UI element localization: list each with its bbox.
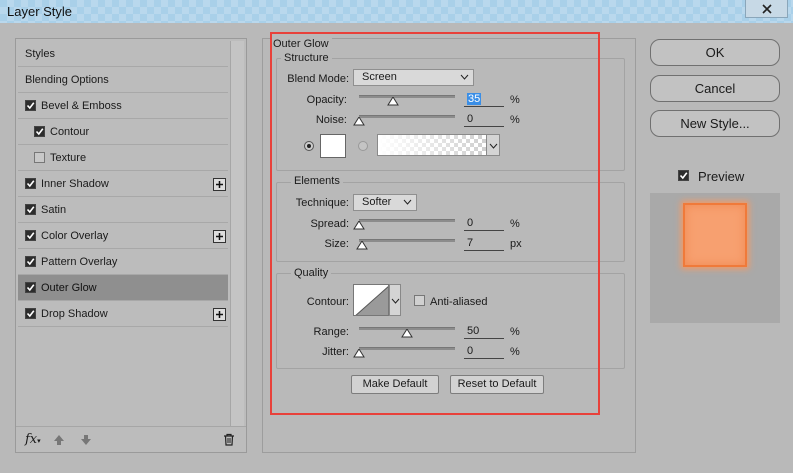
sidebar-item-checkbox[interactable] bbox=[25, 230, 36, 241]
plus-icon bbox=[216, 181, 223, 188]
checkmark-icon bbox=[26, 102, 35, 110]
add-effect-button[interactable] bbox=[213, 308, 226, 321]
sidebar-item-checkbox[interactable] bbox=[34, 152, 45, 163]
sidebar-item-texture[interactable]: Texture bbox=[18, 145, 228, 171]
plus-icon bbox=[216, 233, 223, 240]
sidebar-item-styles[interactable]: Styles bbox=[18, 41, 228, 67]
style-list-scrollbar[interactable] bbox=[230, 41, 244, 427]
sidebar-item-label: Contour bbox=[50, 125, 90, 138]
sidebar-item-label: Bevel & Emboss bbox=[41, 99, 122, 112]
sidebar-item-label: Inner Shadow bbox=[41, 177, 109, 190]
add-effect-button[interactable] bbox=[213, 230, 226, 243]
sidebar-item-drop-shadow[interactable]: Drop Shadow bbox=[18, 301, 228, 327]
preview-swatch bbox=[683, 203, 747, 267]
add-effect-button[interactable] bbox=[213, 178, 226, 191]
sidebar-item-color-overlay[interactable]: Color Overlay bbox=[18, 223, 228, 249]
sidebar-item-bevel-emboss[interactable]: Bevel & Emboss bbox=[18, 93, 228, 119]
checkmark-icon bbox=[26, 232, 35, 240]
sidebar-item-label: Styles bbox=[25, 47, 55, 60]
close-icon bbox=[761, 3, 772, 14]
preview-checkbox[interactable] bbox=[678, 170, 689, 181]
checkmark-icon bbox=[35, 128, 44, 136]
fx-icon[interactable]: fx▾ bbox=[25, 432, 41, 447]
sidebar-item-checkbox[interactable] bbox=[25, 282, 36, 293]
checkmark-icon bbox=[679, 172, 688, 180]
sidebar-item-blending-options[interactable]: Blending Options bbox=[18, 67, 228, 93]
ok-button[interactable]: OK bbox=[650, 39, 780, 66]
title-bar: Layer Style bbox=[0, 0, 793, 23]
window-title: Layer Style bbox=[7, 4, 73, 19]
sidebar-item-pattern-overlay[interactable]: Pattern Overlay bbox=[18, 249, 228, 275]
sidebar-item-checkbox[interactable] bbox=[25, 308, 36, 319]
trash-icon[interactable] bbox=[223, 433, 235, 446]
checkmark-icon bbox=[26, 258, 35, 266]
cancel-button[interactable]: Cancel bbox=[650, 75, 780, 102]
checkmark-icon bbox=[26, 310, 35, 318]
preview-label: Preview bbox=[698, 169, 745, 184]
checkmark-icon bbox=[26, 206, 35, 214]
sidebar-item-inner-shadow[interactable]: Inner Shadow bbox=[18, 171, 228, 197]
plus-icon bbox=[216, 311, 223, 318]
move-up-icon[interactable] bbox=[53, 434, 65, 446]
sidebar-item-satin[interactable]: Satin bbox=[18, 197, 228, 223]
sidebar-item-checkbox[interactable] bbox=[25, 100, 36, 111]
sidebar-item-label: Texture bbox=[50, 151, 87, 164]
move-down-icon[interactable] bbox=[80, 434, 92, 446]
sidebar-item-label: Blending Options bbox=[25, 73, 109, 86]
highlight-annotation bbox=[270, 32, 600, 415]
sidebar-item-checkbox[interactable] bbox=[25, 178, 36, 189]
sidebar-item-contour[interactable]: Contour bbox=[18, 119, 228, 145]
sidebar-item-checkbox[interactable] bbox=[25, 204, 36, 215]
sidebar-item-outer-glow[interactable]: Outer Glow bbox=[18, 275, 228, 301]
new-style-button[interactable]: New Style... bbox=[650, 110, 780, 137]
sidebar-item-label: Color Overlay bbox=[41, 229, 109, 242]
styles-panel: Styles Blending Options Bevel & Emboss Cont… bbox=[15, 38, 247, 453]
sidebar-item-checkbox[interactable] bbox=[34, 126, 45, 137]
sidebar-item-label: Outer Glow bbox=[41, 281, 97, 294]
styles-panel-footer: fx▾ bbox=[16, 426, 246, 452]
sidebar-item-checkbox[interactable] bbox=[25, 256, 36, 267]
sidebar-item-label: Pattern Overlay bbox=[41, 255, 118, 268]
sidebar-item-label: Drop Shadow bbox=[41, 307, 108, 320]
sidebar-item-label: Satin bbox=[41, 203, 67, 216]
style-list: Styles Blending Options Bevel & Emboss Cont… bbox=[18, 41, 228, 327]
close-button[interactable] bbox=[745, 0, 788, 18]
checkmark-icon bbox=[26, 284, 35, 292]
checkmark-icon bbox=[26, 180, 35, 188]
